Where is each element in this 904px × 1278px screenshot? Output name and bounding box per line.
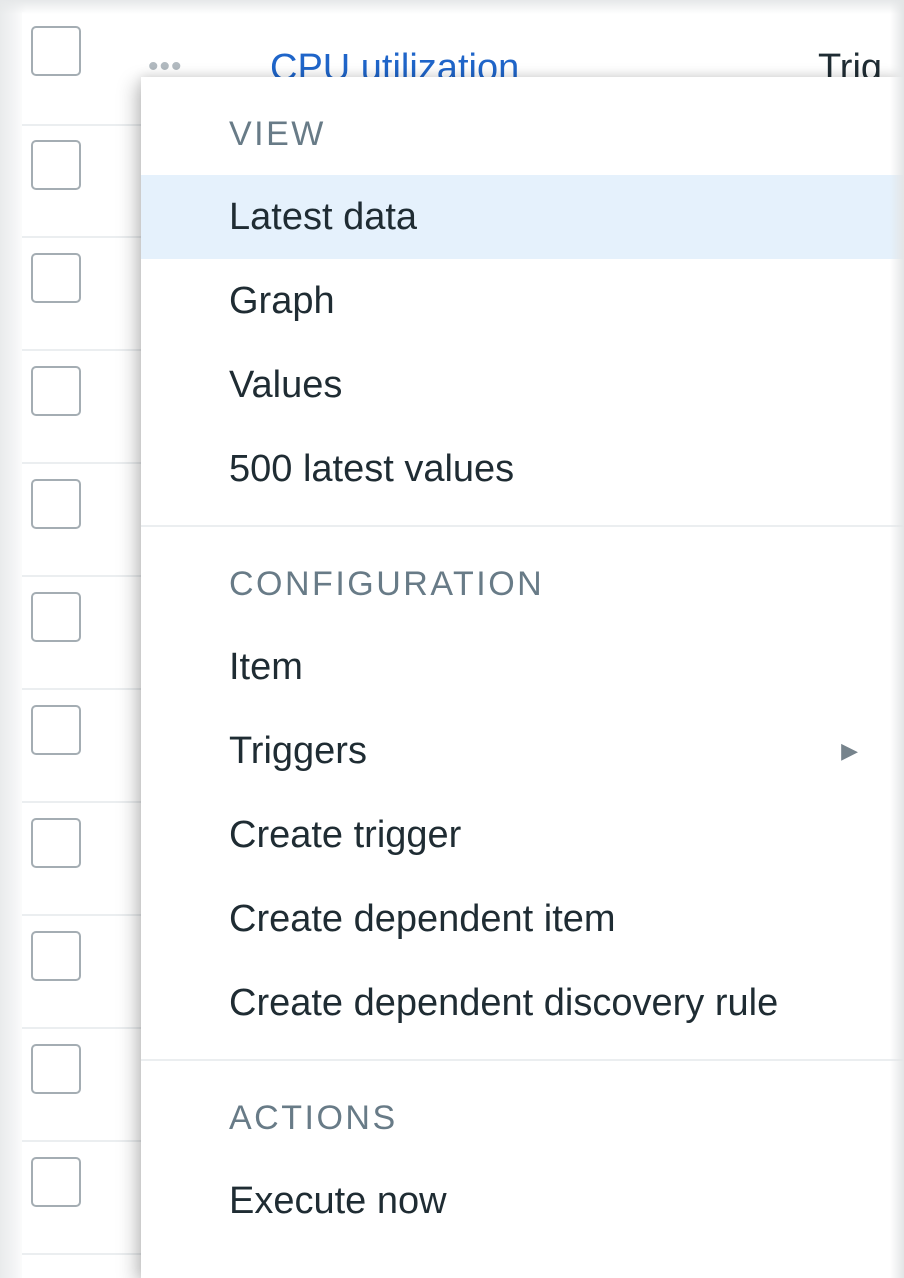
menu-item-create-dependent-discovery-rule[interactable]: Create dependent discovery rule bbox=[141, 961, 904, 1045]
menu-item-execute-now[interactable]: Execute now bbox=[141, 1159, 904, 1243]
row-checkbox[interactable] bbox=[31, 1044, 81, 1094]
row-checkbox[interactable] bbox=[31, 705, 81, 755]
menu-item-item[interactable]: Item bbox=[141, 625, 904, 709]
screenshot-edge-shadow bbox=[890, 0, 904, 1278]
menu-item-500-latest-values[interactable]: 500 latest values bbox=[141, 427, 904, 511]
menu-item-create-trigger[interactable]: Create trigger bbox=[141, 793, 904, 877]
menu-section-header: VIEW bbox=[229, 115, 326, 153]
menu-item-latest-data[interactable]: Latest data bbox=[141, 175, 904, 259]
menu-section-header: CONFIGURATION bbox=[229, 565, 545, 603]
menu-section-configuration: CONFIGURATION Item Triggers ▶ Create tri… bbox=[141, 527, 904, 1061]
row-checkbox[interactable] bbox=[31, 140, 81, 190]
menu-section-header: ACTIONS bbox=[229, 1099, 398, 1137]
menu-item-label: Values bbox=[229, 364, 343, 406]
menu-item-triggers[interactable]: Triggers ▶ bbox=[141, 709, 904, 793]
menu-item-label: Execute now bbox=[229, 1180, 447, 1222]
row-checkbox[interactable] bbox=[31, 253, 81, 303]
menu-item-label: Create trigger bbox=[229, 814, 462, 856]
menu-section-actions: ACTIONS Execute now bbox=[141, 1061, 904, 1257]
menu-item-label: Latest data bbox=[229, 196, 418, 238]
row-checkbox[interactable] bbox=[31, 1157, 81, 1207]
item-context-menu: VIEW Latest data Graph Values 500 latest… bbox=[141, 77, 904, 1278]
menu-item-label: Create dependent discovery rule bbox=[229, 982, 779, 1024]
menu-item-label: Create dependent item bbox=[229, 898, 616, 940]
row-checkbox[interactable] bbox=[31, 592, 81, 642]
menu-item-graph[interactable]: Graph bbox=[141, 259, 904, 343]
row-checkbox[interactable] bbox=[31, 818, 81, 868]
screen: ••• CPU utilization Trig VIEW Latest dat… bbox=[0, 0, 904, 1278]
row-checkbox[interactable] bbox=[31, 366, 81, 416]
row-checkbox[interactable] bbox=[31, 479, 81, 529]
menu-item-label: 500 latest values bbox=[229, 448, 515, 490]
menu-item-label: Triggers bbox=[229, 730, 367, 772]
triangle-right-icon: ▶ bbox=[841, 738, 858, 763]
menu-item-values[interactable]: Values bbox=[141, 343, 904, 427]
row-checkbox[interactable] bbox=[31, 931, 81, 981]
row-checkbox[interactable] bbox=[31, 26, 81, 76]
menu-section-view: VIEW Latest data Graph Values 500 latest… bbox=[141, 77, 904, 527]
menu-item-label: Graph bbox=[229, 280, 335, 322]
menu-item-create-dependent-item[interactable]: Create dependent item bbox=[141, 877, 904, 961]
menu-item-label: Item bbox=[229, 646, 303, 688]
